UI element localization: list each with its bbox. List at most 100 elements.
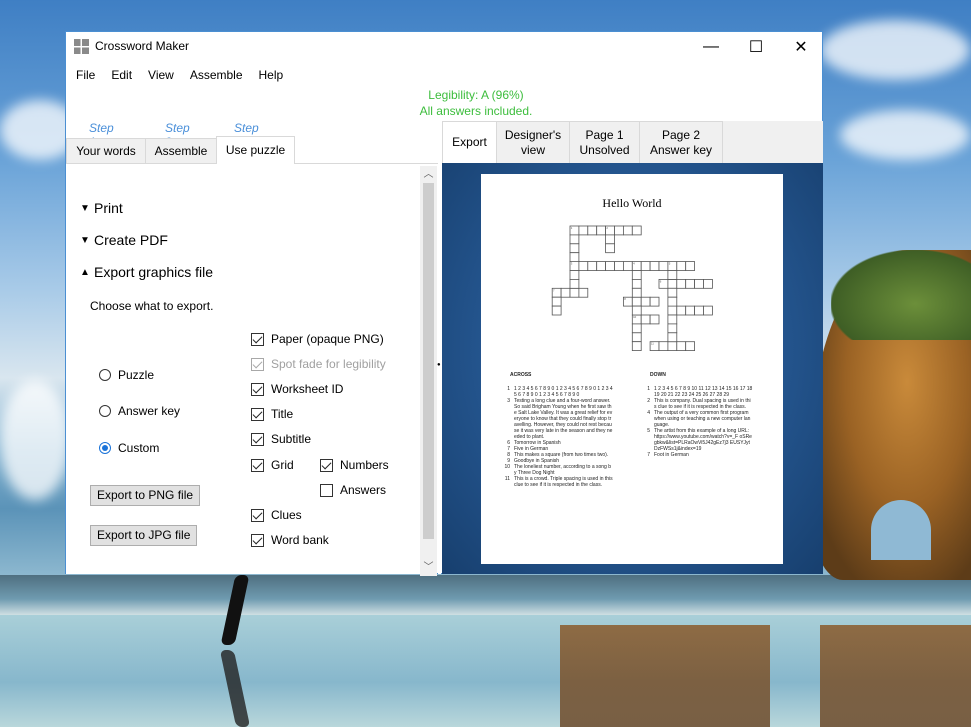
splitter-grip-icon[interactable]: ● (437, 362, 441, 368)
grid-cell (560, 287, 571, 298)
left-pane-scrollbar[interactable]: ︿ ﹀ (420, 166, 437, 576)
preview-tabs: Export Designer's view Page 1 Unsolved P… (442, 121, 823, 163)
tab-assemble[interactable]: Assemble (145, 138, 217, 163)
title-bar[interactable]: Crossword Maker — ☐ ✕ (66, 32, 822, 62)
checkbox[interactable] (251, 382, 264, 396)
tab-page1-unsolved[interactable]: Page 1 Unsolved (569, 121, 640, 163)
grid-cell (649, 296, 660, 307)
grid-cell (631, 279, 642, 289)
across-clue: 3 Testing a long clue and a four-word ans… (501, 398, 613, 440)
tab-label-line2: Unsolved (579, 142, 630, 157)
pane-splitter[interactable] (438, 121, 441, 574)
grid-cell (649, 261, 660, 271)
tab-page2-answer-key[interactable]: Page 2 Answer key (639, 121, 723, 163)
checkbox-numbers[interactable]: Numbers (320, 458, 389, 472)
print-section-header[interactable]: ▼ Print (80, 200, 123, 216)
checkbox[interactable] (251, 533, 264, 547)
menu-help[interactable]: Help (250, 65, 291, 85)
cloud (0, 380, 70, 500)
checkbox-worksheet-id[interactable]: Worksheet ID (251, 382, 343, 396)
menu-assemble[interactable]: Assemble (181, 65, 250, 85)
clue-number: 1 (647, 386, 650, 392)
export-graphics-section-header[interactable]: ▲ Export graphics file (80, 264, 213, 280)
export-jpg-button[interactable]: Export to JPG file (90, 525, 198, 546)
radio-custom[interactable]: Custom (99, 441, 159, 455)
cloud (820, 20, 970, 80)
grid-cell (667, 279, 678, 289)
grid-cell (631, 305, 642, 316)
scroll-up-icon[interactable]: ︿ (420, 166, 437, 183)
grid-cell (658, 261, 669, 271)
maximize-button[interactable]: ☐ (733, 32, 779, 62)
radio-button[interactable] (99, 369, 111, 381)
checkbox-label: Paper (opaque PNG) (271, 332, 384, 346)
checkbox-paper[interactable]: Paper (opaque PNG) (251, 332, 384, 346)
grid-cell (622, 261, 633, 271)
checkbox[interactable] (251, 332, 264, 346)
checkbox-grid[interactable]: Grid (251, 458, 294, 472)
grid-cell (676, 305, 687, 316)
across-heading: ACROSS (510, 372, 532, 378)
close-button[interactable]: ✕ (778, 32, 824, 62)
grid-cell (596, 225, 606, 236)
grid-cell (676, 341, 687, 351)
menu-edit[interactable]: Edit (102, 65, 139, 85)
cloud (840, 110, 970, 160)
radio-button[interactable] (99, 405, 111, 417)
legibility-status: Legibility: A (96%) (428, 88, 524, 102)
grid-cell (569, 287, 580, 298)
export-png-button[interactable]: Export to PNG file (90, 485, 201, 506)
checkbox[interactable] (251, 508, 264, 522)
maximize-icon: ☐ (748, 39, 764, 56)
checkbox[interactable] (251, 432, 264, 446)
grid-cell (631, 332, 642, 343)
tab-label-line2: view (520, 142, 545, 157)
clue-text: Testing a long clue and a four-word answ… (514, 398, 613, 440)
menu-view[interactable]: View (139, 65, 181, 85)
export-hint: Choose what to export. (90, 299, 214, 313)
export-preview: Hello World 1 2 3 4 5 6 7 8 10 11 ACROSS 11 2 3 4… (442, 163, 823, 574)
grid-cell (640, 296, 651, 307)
grid-cell (667, 314, 678, 325)
checkbox-clues[interactable]: Clues (251, 508, 302, 522)
tab-export[interactable]: Export (442, 121, 497, 163)
checkbox-word-bank[interactable]: Word bank (251, 533, 329, 547)
clue-number: 5 (647, 428, 650, 434)
cliff-reflection (820, 625, 971, 727)
grid-cell (578, 287, 589, 298)
scroll-down-icon[interactable]: ﹀ (420, 559, 437, 576)
checkbox[interactable] (320, 458, 333, 472)
create-pdf-section-header[interactable]: ▼ Create PDF (80, 232, 168, 248)
export-graphics-label: Export graphics file (94, 264, 214, 280)
grid-cell (605, 243, 615, 254)
sea (0, 575, 971, 615)
radio-puzzle[interactable]: Puzzle (99, 368, 154, 382)
grid-cell-number: 10 (633, 315, 637, 319)
chevron-down-icon: ▼ (80, 202, 90, 214)
grid-cell (667, 305, 678, 316)
clue-text: Foot in German (654, 452, 689, 458)
radio-answer-key[interactable]: Answer key (99, 404, 180, 418)
checkbox-label: Word bank (271, 533, 329, 547)
radio-button[interactable] (99, 442, 111, 454)
tab-your-words[interactable]: Your words (66, 138, 146, 163)
grid-cell (685, 261, 695, 271)
clue-text: 1 2 3 4 5 6 7 8 9 10 11 12 13 14 15 16 1… (654, 386, 753, 398)
checkbox-subtitle[interactable]: Subtitle (251, 432, 311, 446)
checkbox-title[interactable]: Title (251, 407, 293, 421)
clue-text: The output of a very common first progra… (654, 410, 751, 428)
tab-use-puzzle[interactable]: Use puzzle (216, 136, 295, 164)
minimize-button[interactable]: — (688, 32, 734, 62)
create-pdf-label: Create PDF (94, 232, 168, 248)
checkbox-answers[interactable]: Answers (320, 483, 386, 497)
menu-file[interactable]: File (66, 65, 102, 85)
crossword-maker-window: Crossword Maker — ☐ ✕ File Edit View Ass… (65, 31, 823, 576)
rock-arch (871, 500, 931, 560)
checkbox[interactable] (251, 407, 264, 421)
checkbox[interactable] (251, 458, 264, 472)
checkbox[interactable] (320, 483, 333, 497)
tab-designers-view[interactable]: Designer's view (496, 121, 570, 163)
crossword-grid: 1 23 4 56781011 (551, 225, 713, 351)
scrollbar-thumb[interactable] (423, 183, 434, 539)
down-clue: 2 This is company. Dual spacing is used i… (641, 398, 753, 410)
